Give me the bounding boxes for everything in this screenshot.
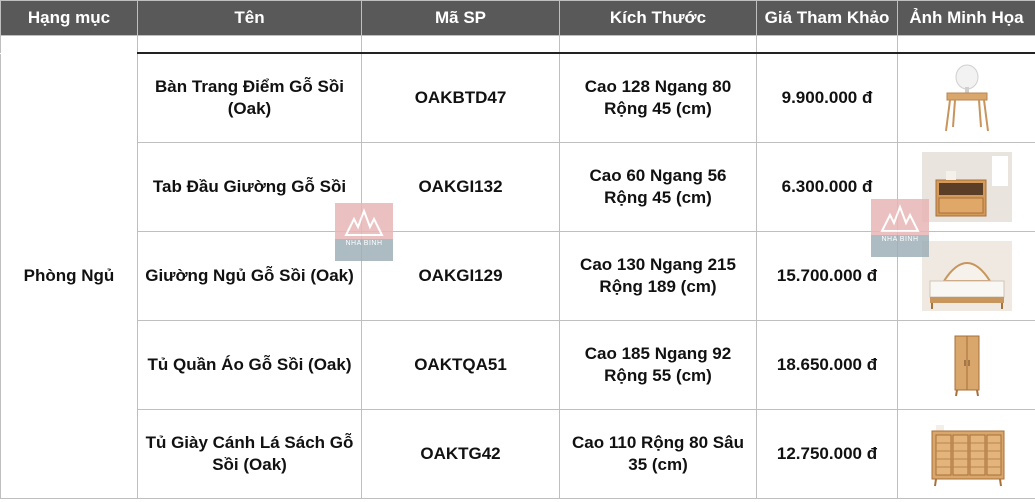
shoe-cabinet-image <box>931 425 1004 487</box>
table-row: Tủ Quần Áo Gỗ Sồi (Oak) OAKTQA51 Cao 185… <box>1 320 1035 410</box>
header-code: Mã SP <box>361 0 560 36</box>
image-cell <box>897 320 1035 410</box>
watermark-logo: NHA BINH <box>871 199 929 257</box>
product-code: OAKBTD47 <box>361 52 560 143</box>
product-price: 12.750.000 đ <box>756 409 898 499</box>
spacer-cell <box>361 35 560 54</box>
product-price: 9.900.000 đ <box>756 52 898 143</box>
product-name: Tủ Quần Áo Gỗ Sồi (Oak) <box>137 320 362 410</box>
bed-image <box>921 241 1012 311</box>
vanity-table-image <box>944 64 989 132</box>
product-size: Cao 130 Ngang 215 Rộng 189 (cm) <box>559 231 757 321</box>
image-cell <box>897 409 1035 499</box>
product-size: Cao 60 Ngang 56 Rộng 45 (cm) <box>559 142 757 232</box>
watermark-text: NHA BINH <box>345 240 383 247</box>
header-price: Giá Tham Khảo <box>756 0 898 36</box>
product-name: Tab Đầu Giường Gỗ Sồi <box>137 142 362 232</box>
logo-icon <box>344 208 384 236</box>
product-size: Cao 185 Ngang 92 Rộng 55 (cm) <box>559 320 757 410</box>
product-size: Cao 110 Rộng 80 Sâu 35 (cm) <box>559 409 757 499</box>
image-cell <box>897 52 1035 143</box>
product-price: 18.650.000 đ <box>756 320 898 410</box>
spacer-cell <box>756 35 898 54</box>
product-code: OAKTG42 <box>361 409 560 499</box>
product-name: Tủ Giày Cánh Lá Sách Gỗ Sồi (Oak) <box>137 409 362 499</box>
header-name: Tên <box>137 0 362 36</box>
spacer-cell <box>137 35 362 54</box>
spacer-row <box>0 35 1035 54</box>
table-row: Tủ Giày Cánh Lá Sách Gỗ Sồi (Oak) OAKTG4… <box>1 409 1035 499</box>
wardrobe-image <box>954 335 979 397</box>
spacer-cell <box>0 35 138 54</box>
category-cell: Phòng Ngủ <box>0 52 138 499</box>
logo-icon <box>880 204 920 232</box>
watermark-text: NHA BINH <box>881 236 919 243</box>
product-name: Bàn Trang Điểm Gỗ Sồi (Oak) <box>137 52 362 143</box>
header-category: Hạng mục <box>0 0 138 36</box>
header-image: Ảnh Minh Họa <box>897 0 1035 36</box>
header-row: Hạng mục Tên Mã SP Kích Thước Giá Tham K… <box>0 0 1035 36</box>
spacer-cell <box>897 35 1035 54</box>
table-row: Phòng Ngủ Bàn Trang Điểm Gỗ Sồi (Oak) OA… <box>0 52 1035 499</box>
nightstand-image <box>921 152 1012 222</box>
product-name: Giường Ngủ Gỗ Sồi (Oak) <box>137 231 362 321</box>
header-size: Kích Thước <box>559 0 757 36</box>
spacer-cell <box>559 35 757 54</box>
product-size: Cao 128 Ngang 80 Rộng 45 (cm) <box>559 52 757 143</box>
price-table-sheet: Hạng mục Tên Mã SP Kích Thước Giá Tham K… <box>0 0 1035 502</box>
watermark-logo: NHA BINH <box>335 203 393 261</box>
product-code: OAKTQA51 <box>361 320 560 410</box>
